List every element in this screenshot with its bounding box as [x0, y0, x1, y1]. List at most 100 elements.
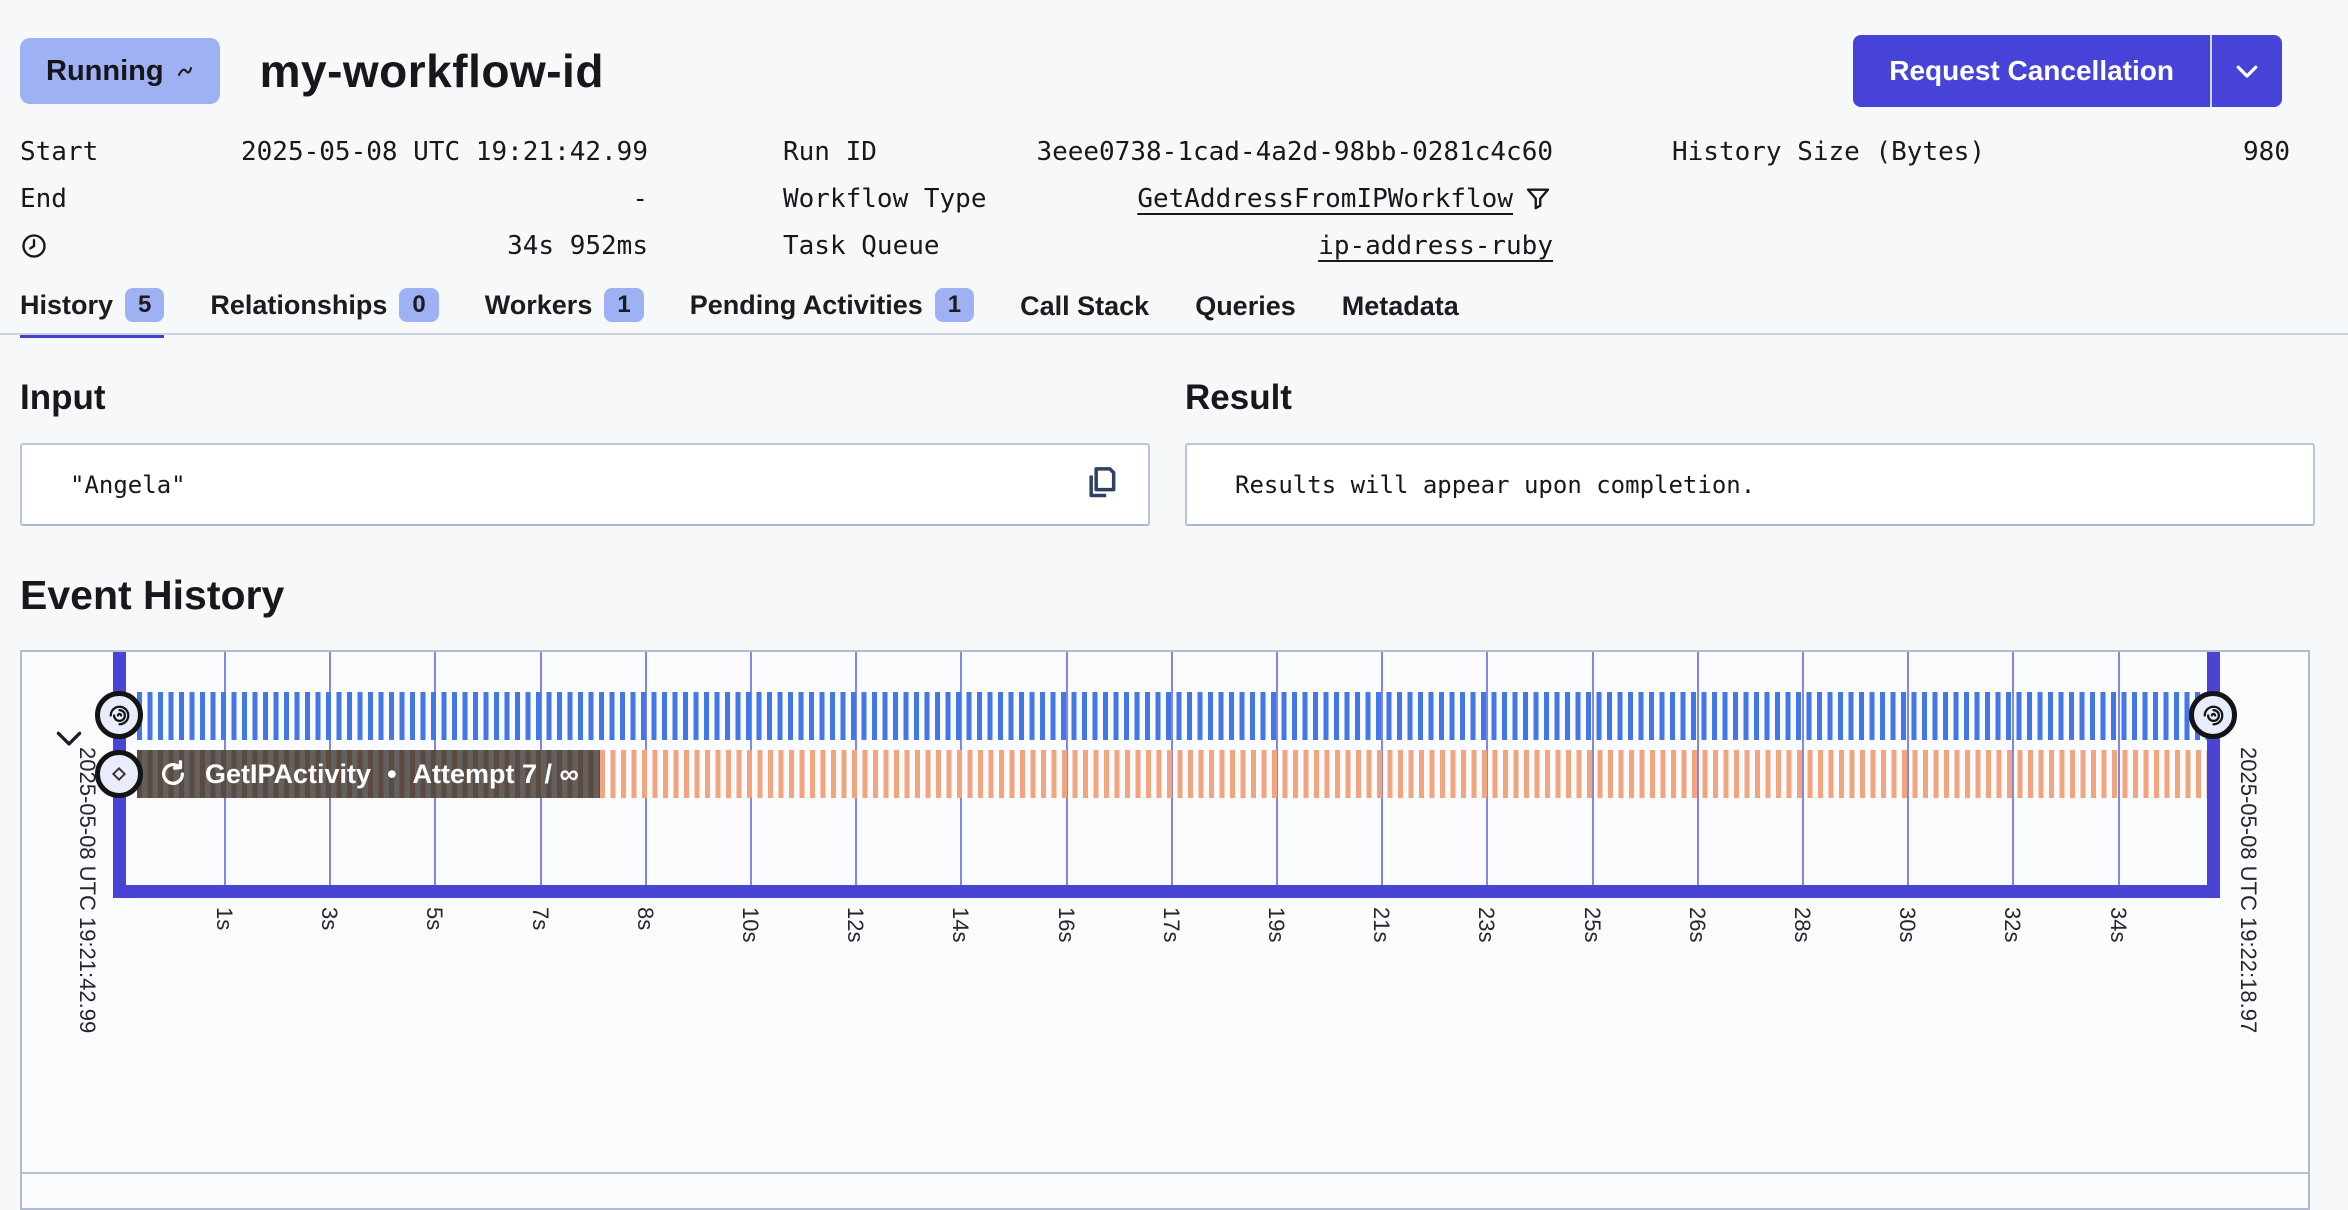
activity-attempt: Attempt 7 / ∞ — [413, 759, 579, 790]
run-id-label: Run ID — [783, 137, 877, 167]
start-label: Start — [20, 137, 98, 167]
meta-column-times: Start 2025-05-08 UTC 19:21:42.99 End - 3… — [20, 128, 648, 269]
task-queue-label: Task Queue — [783, 231, 940, 261]
result-heading: Result — [1185, 378, 1292, 418]
header: Running my-workflow-id Request Cancellat… — [20, 35, 2282, 107]
range-start-label: 2025-05-08 UTC 19:21:42.99 — [74, 747, 100, 1033]
retry-icon — [157, 758, 189, 790]
status-label: Running — [46, 55, 164, 88]
tick-label: 10s — [737, 907, 763, 942]
input-box: "Angela" — [20, 443, 1150, 526]
activity-label-bar[interactable]: GetIPActivity • Attempt 7 / ∞ — [137, 750, 600, 798]
duration-value: 34s 952ms — [507, 231, 648, 261]
tick-label: 17s — [1158, 907, 1184, 942]
copy-input-button[interactable] — [1082, 463, 1122, 506]
tab-pending-activities[interactable]: Pending Activities 1 — [690, 288, 974, 338]
tick-label: 28s — [1789, 907, 1815, 942]
chevron-down-icon — [52, 722, 86, 756]
workflow-type-link[interactable]: GetAddressFromIPWorkflow — [1137, 184, 1513, 214]
tab-history[interactable]: History 5 — [20, 288, 164, 338]
meta-row-task-queue: Task Queue ip-address-ruby — [783, 222, 1553, 269]
input-heading: Input — [20, 378, 106, 418]
tab-count-badge: 0 — [399, 288, 438, 322]
page-title: my-workflow-id — [260, 44, 604, 98]
start-value: 2025-05-08 UTC 19:21:42.99 — [241, 137, 648, 167]
activity-name: GetIPActivity — [205, 759, 371, 790]
tab-label: Relationships — [210, 290, 387, 321]
clock-icon — [20, 232, 48, 260]
range-end-label: 2025-05-08 UTC 19:22:18.97 — [2235, 747, 2261, 1033]
tab-label: Queries — [1195, 291, 1296, 322]
cancel-button-group: Request Cancellation — [1853, 35, 2282, 107]
timeline-panel: 1s3s5s7s8s10s12s14s16s17s19s21s23s25s26s… — [20, 650, 2310, 1210]
tab-metadata[interactable]: Metadata — [1342, 291, 1459, 338]
cancel-dropdown-button[interactable] — [2210, 35, 2282, 107]
tick-label: 30s — [1894, 907, 1920, 942]
tab-divider — [0, 333, 2348, 335]
tick-label: 5s — [421, 907, 447, 930]
tick-label: 26s — [1684, 907, 1710, 942]
result-box: Results will appear upon completion. — [1185, 443, 2315, 526]
tab-label: History — [20, 290, 113, 321]
tab-workers[interactable]: Workers1 — [485, 288, 644, 338]
workflow-spiral-icon — [2200, 702, 2227, 729]
history-size-value: 980 — [2243, 137, 2290, 167]
meta-row-duration: 34s 952ms — [20, 222, 648, 269]
separator-dot: • — [387, 759, 396, 790]
end-value: - — [632, 184, 648, 214]
tick-label: 32s — [1999, 907, 2025, 942]
panel-divider — [22, 1172, 2308, 1174]
workflow-latest-event[interactable] — [2189, 691, 2237, 739]
activity-event[interactable] — [95, 750, 143, 798]
result-value: Results will appear upon completion. — [1187, 471, 1755, 499]
timeline-baseline — [113, 885, 2220, 898]
meta-row-runid: Run ID 3eee0738-1cad-4a2d-98bb-0281c4c60 — [783, 128, 1553, 175]
tab-relationships[interactable]: Relationships 0 — [210, 288, 438, 338]
tab-label: Workers — [485, 290, 593, 321]
tick-label: 3s — [316, 907, 342, 930]
input-value: "Angela" — [22, 471, 186, 499]
tab-label: Metadata — [1342, 291, 1459, 322]
task-queue-link[interactable]: ip-address-ruby — [1318, 231, 1553, 261]
workflow-start-event[interactable] — [95, 691, 143, 739]
tick-label: 1s — [211, 907, 237, 930]
tick-label: 14s — [947, 907, 973, 942]
tab-label: Pending Activities — [690, 290, 923, 321]
tick-label: 21s — [1368, 907, 1394, 942]
chevron-down-icon — [2232, 56, 2262, 86]
meta-row-history-size: History Size (Bytes) 980 — [1672, 128, 2290, 175]
meta-column-workflow: Run ID 3eee0738-1cad-4a2d-98bb-0281c4c60… — [783, 128, 1553, 269]
workflow-type-label: Workflow Type — [783, 184, 987, 214]
tick-label: 23s — [1473, 907, 1499, 942]
end-label: End — [20, 184, 67, 214]
request-cancellation-button[interactable]: Request Cancellation — [1853, 35, 2210, 107]
activity-pending-bar[interactable] — [600, 750, 2207, 798]
tick-label: 7s — [527, 907, 553, 930]
tab-call-stack[interactable]: Call Stack — [1020, 291, 1149, 338]
history-size-label: History Size (Bytes) — [1672, 137, 1985, 167]
event-history-heading: Event History — [20, 572, 284, 619]
spinner-icon — [176, 62, 194, 80]
meta-column-history: History Size (Bytes) 980 — [1672, 128, 2290, 175]
copy-icon — [1082, 463, 1122, 503]
workflow-spiral-icon — [106, 702, 133, 729]
meta-row-start: Start 2025-05-08 UTC 19:21:42.99 — [20, 128, 648, 175]
tick-label: 19s — [1263, 907, 1289, 942]
run-id-value: 3eee0738-1cad-4a2d-98bb-0281c4c60 — [1036, 137, 1553, 167]
diamond-icon — [106, 761, 132, 787]
tick-label: 25s — [1579, 907, 1605, 942]
status-badge: Running — [20, 38, 220, 104]
tick-label: 12s — [842, 907, 868, 942]
tick-label: 16s — [1053, 907, 1079, 942]
tick-label: 34s — [2105, 907, 2131, 942]
tab-count-badge: 1 — [935, 288, 974, 322]
meta-row-workflow-type: Workflow Type GetAddressFromIPWorkflow — [783, 175, 1553, 222]
workflow-execution-bar[interactable] — [137, 692, 2207, 740]
tab-bar: History5Relationships0Workers1Pending Ac… — [20, 288, 1459, 338]
meta-row-end: End - — [20, 175, 648, 222]
tab-label: Call Stack — [1020, 291, 1149, 322]
tab-count-badge: 5 — [125, 288, 164, 322]
tab-queries[interactable]: Queries — [1195, 291, 1296, 338]
timeline-collapse-button[interactable] — [52, 722, 86, 759]
filter-funnel-icon[interactable] — [1523, 184, 1553, 214]
